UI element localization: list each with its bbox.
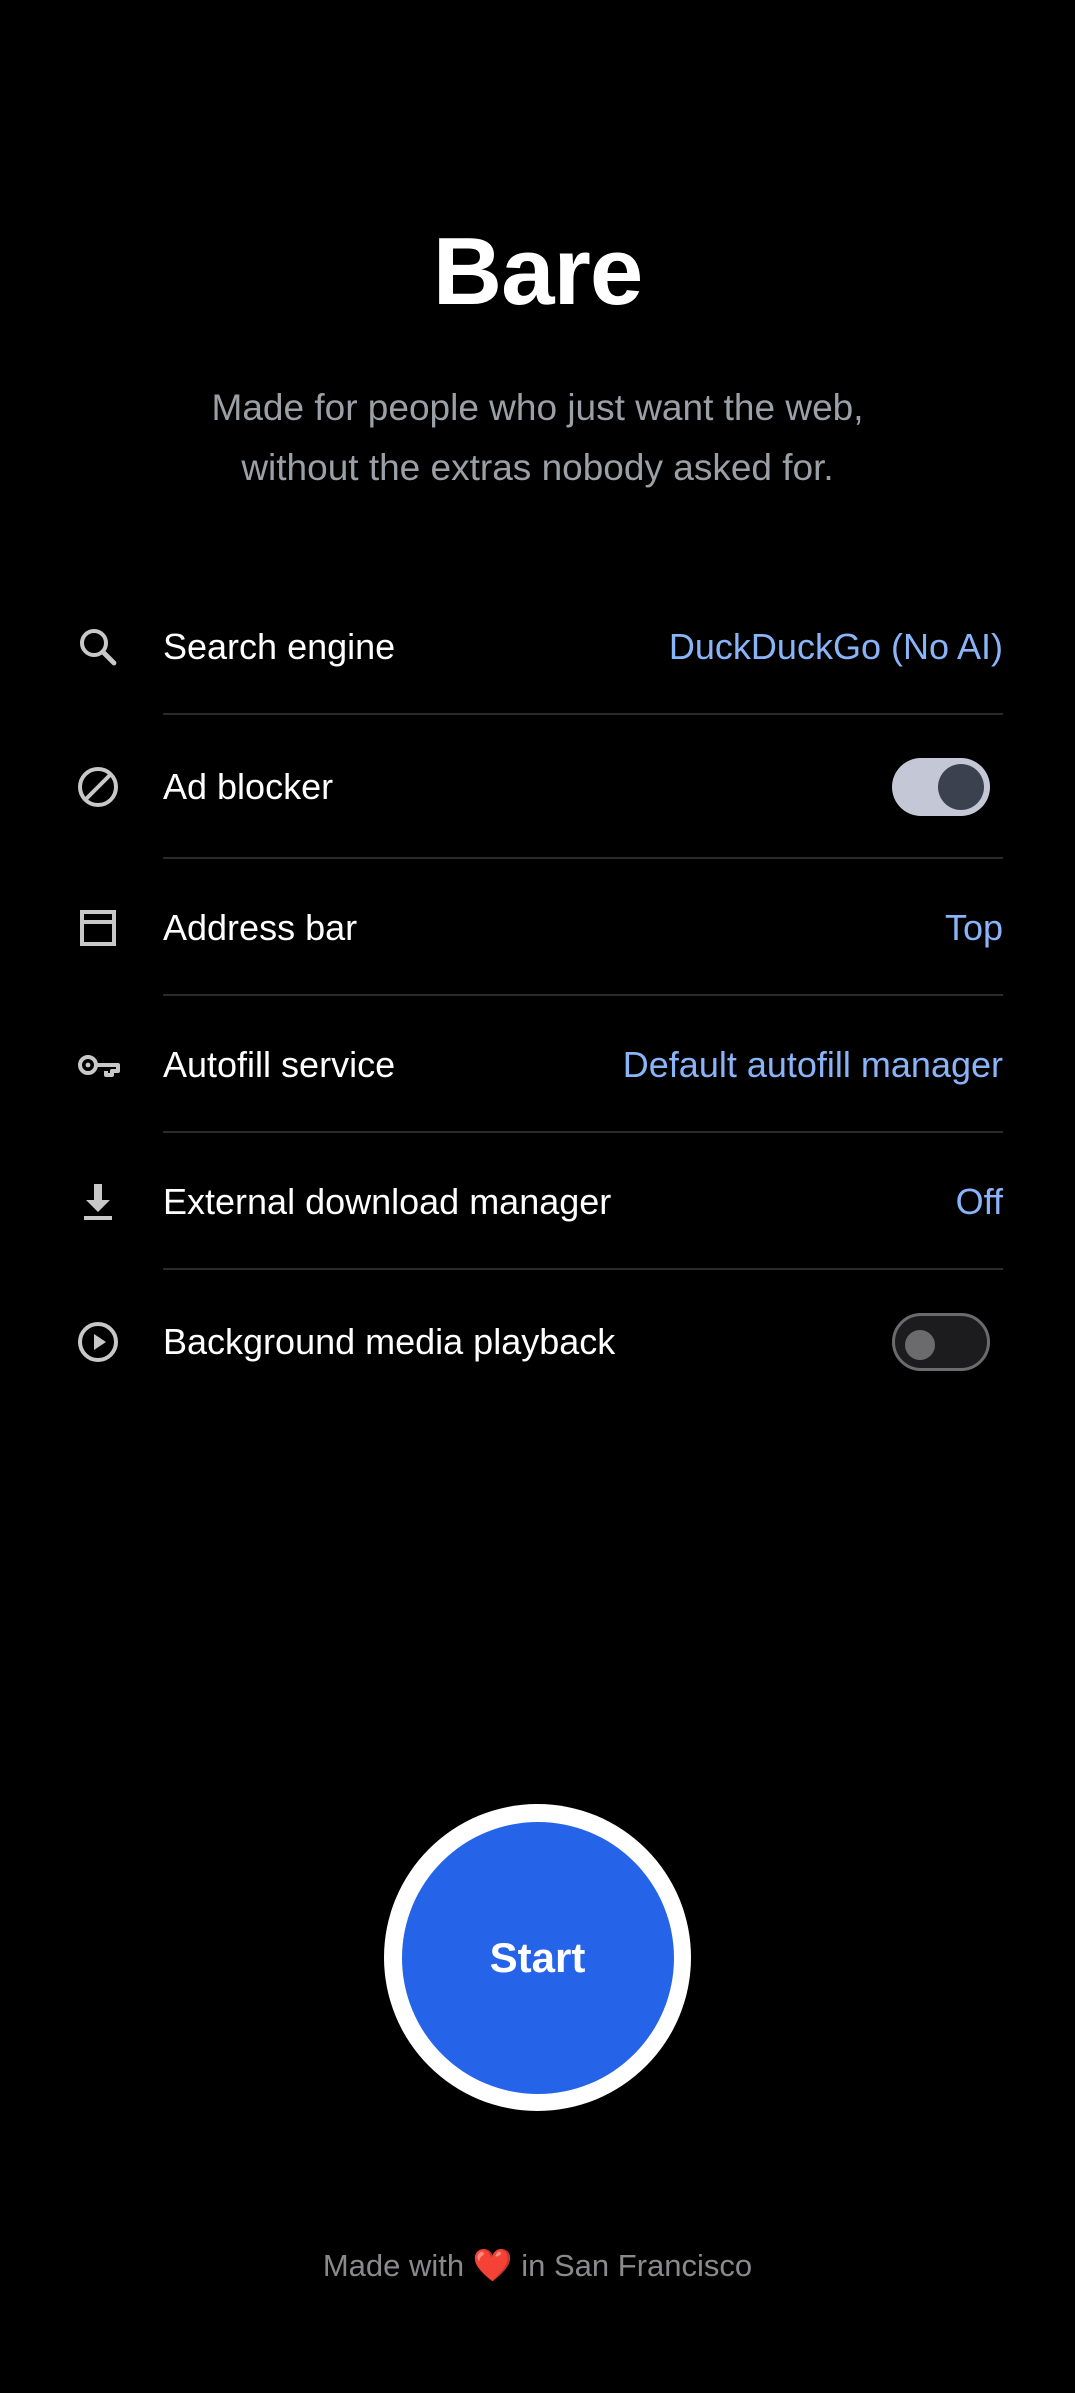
heart-icon: ❤️ bbox=[472, 2247, 513, 2283]
tagline: Made for people who just want the web, w… bbox=[0, 378, 1075, 498]
setting-download-manager[interactable]: External download manager Off bbox=[0, 1133, 1075, 1270]
app-title: Bare bbox=[432, 218, 643, 325]
background-playback-toggle[interactable] bbox=[892, 1313, 990, 1371]
setting-background-playback[interactable]: Background media playback bbox=[0, 1270, 1075, 1414]
setting-search-engine[interactable]: Search engine DuckDuckGo (No AI) bbox=[0, 578, 1075, 715]
block-icon bbox=[72, 761, 124, 813]
settings-list: Search engine DuckDuckGo (No AI) Ad bloc… bbox=[0, 578, 1075, 1414]
setting-label: Autofill service bbox=[163, 1043, 396, 1085]
window-icon bbox=[72, 902, 124, 954]
setting-label: External download manager bbox=[163, 1180, 612, 1222]
setting-value: Top bbox=[944, 906, 1003, 948]
setting-label: Search engine bbox=[163, 625, 396, 667]
setting-value: DuckDuckGo (No AI) bbox=[668, 625, 1003, 667]
toggle-knob bbox=[938, 764, 984, 810]
play-circle-icon bbox=[72, 1316, 124, 1368]
footer-suffix: in San Francisco bbox=[521, 2248, 753, 2283]
ad-blocker-toggle[interactable] bbox=[892, 758, 990, 816]
download-icon bbox=[72, 1176, 124, 1228]
setting-label: Background media playback bbox=[163, 1321, 616, 1362]
setting-label: Address bar bbox=[163, 906, 358, 948]
toggle-knob bbox=[905, 1330, 935, 1360]
tagline-line-1: Made for people who just want the web, bbox=[211, 387, 864, 428]
start-button[interactable]: Start bbox=[384, 1804, 691, 2111]
tagline-line-2: without the extras nobody asked for. bbox=[241, 447, 834, 488]
footer: Made with ❤️ in San Francisco bbox=[0, 2246, 1075, 2284]
start-button-label: Start bbox=[401, 1821, 674, 2094]
setting-value: Off bbox=[955, 1180, 1003, 1222]
setting-autofill[interactable]: Autofill service Default autofill manage… bbox=[0, 996, 1075, 1133]
key-icon bbox=[72, 1039, 124, 1091]
search-icon bbox=[72, 621, 124, 673]
setting-value: Default autofill manager bbox=[622, 1043, 1003, 1085]
setting-label: Ad blocker bbox=[163, 766, 334, 807]
setting-ad-blocker[interactable]: Ad blocker bbox=[0, 715, 1075, 859]
footer-prefix: Made with bbox=[322, 2248, 465, 2283]
setting-address-bar[interactable]: Address bar Top bbox=[0, 859, 1075, 996]
